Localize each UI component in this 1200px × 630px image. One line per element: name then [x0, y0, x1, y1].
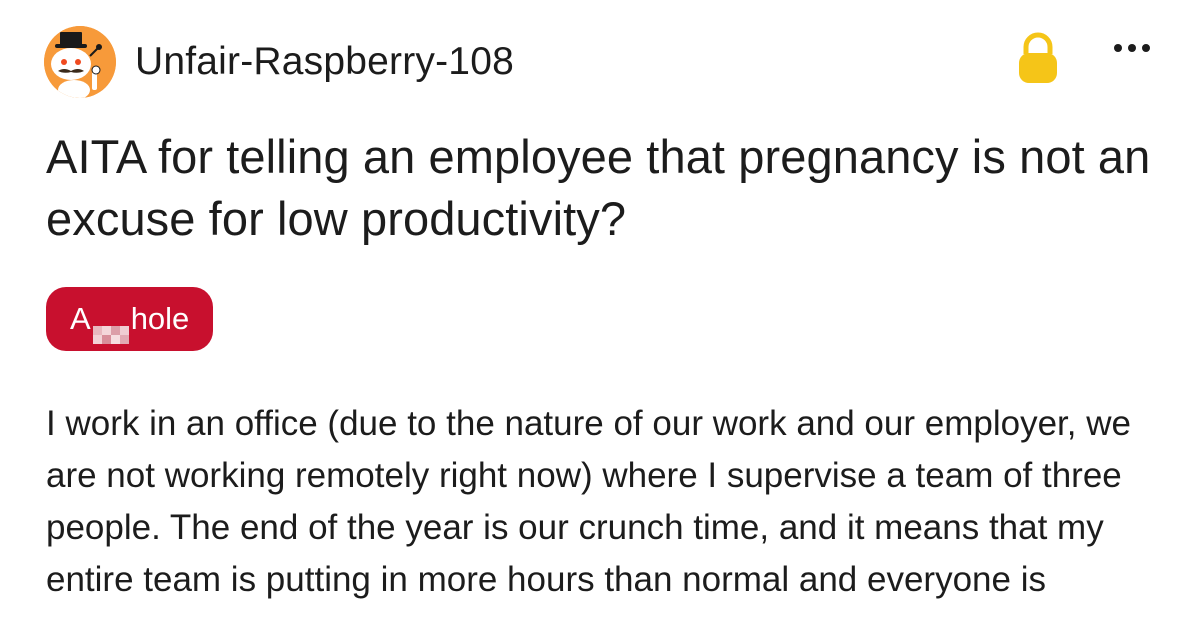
snoo-avatar-icon [44, 26, 116, 98]
more-options-icon[interactable] [1110, 32, 1154, 56]
flair-text-suffix: hole [130, 301, 190, 336]
user-avatar[interactable] [44, 26, 116, 98]
lock-icon [1016, 32, 1060, 84]
post-author-username[interactable]: Unfair-Raspberry-108 [135, 40, 514, 84]
post-header: Unfair-Raspberry-108 [44, 24, 1154, 98]
post-flair[interactable]: A hole [46, 287, 214, 351]
post-title[interactable]: AITA for telling an employee that pregna… [46, 126, 1156, 250]
post-body-text: I work in an office (due to the nature o… [46, 404, 1131, 599]
flair-text-prefix: A [70, 301, 91, 336]
censor-pixelation-icon [92, 306, 129, 344]
